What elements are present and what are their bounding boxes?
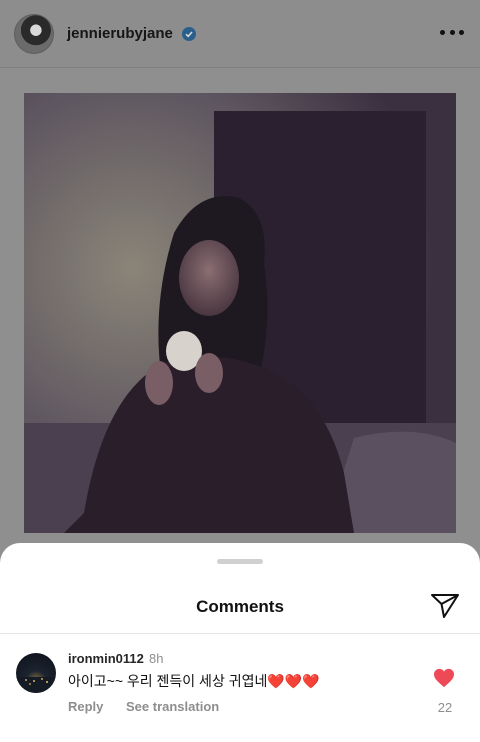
profile-avatar[interactable] bbox=[14, 14, 54, 54]
comment-timestamp: 8h bbox=[149, 651, 164, 666]
verified-badge-icon bbox=[182, 27, 196, 41]
sheet-divider bbox=[0, 633, 480, 634]
comment-body: 아이고~~ 우리 젠득이 세상 귀엽네 bbox=[68, 673, 268, 689]
like-count: 22 bbox=[437, 700, 453, 715]
comments-sheet: Comments ironmin0112 8h 아이고~~ 우리 젠득이 세상 … bbox=[0, 543, 480, 742]
comment-username[interactable]: ironmin0112 bbox=[68, 651, 144, 666]
post-header: jennierubyjane bbox=[0, 0, 480, 68]
share-icon[interactable] bbox=[430, 593, 460, 619]
heart-like-icon[interactable] bbox=[433, 668, 455, 688]
more-options-icon[interactable] bbox=[440, 30, 464, 38]
reply-button[interactable]: Reply bbox=[68, 699, 103, 714]
comment-avatar[interactable] bbox=[16, 653, 56, 693]
comment-text: 아이고~~ 우리 젠득이 세상 귀엽네❤️❤️❤️ bbox=[68, 671, 320, 691]
photo-image bbox=[24, 93, 456, 533]
sheet-title: Comments bbox=[196, 597, 284, 616]
see-translation-button[interactable]: See translation bbox=[126, 699, 219, 714]
sheet-grabber-handle[interactable] bbox=[217, 559, 263, 564]
post-username[interactable]: jennierubyjane bbox=[67, 25, 173, 42]
comment-hearts: ❤️❤️❤️ bbox=[267, 673, 320, 689]
post-photo[interactable] bbox=[24, 93, 456, 533]
